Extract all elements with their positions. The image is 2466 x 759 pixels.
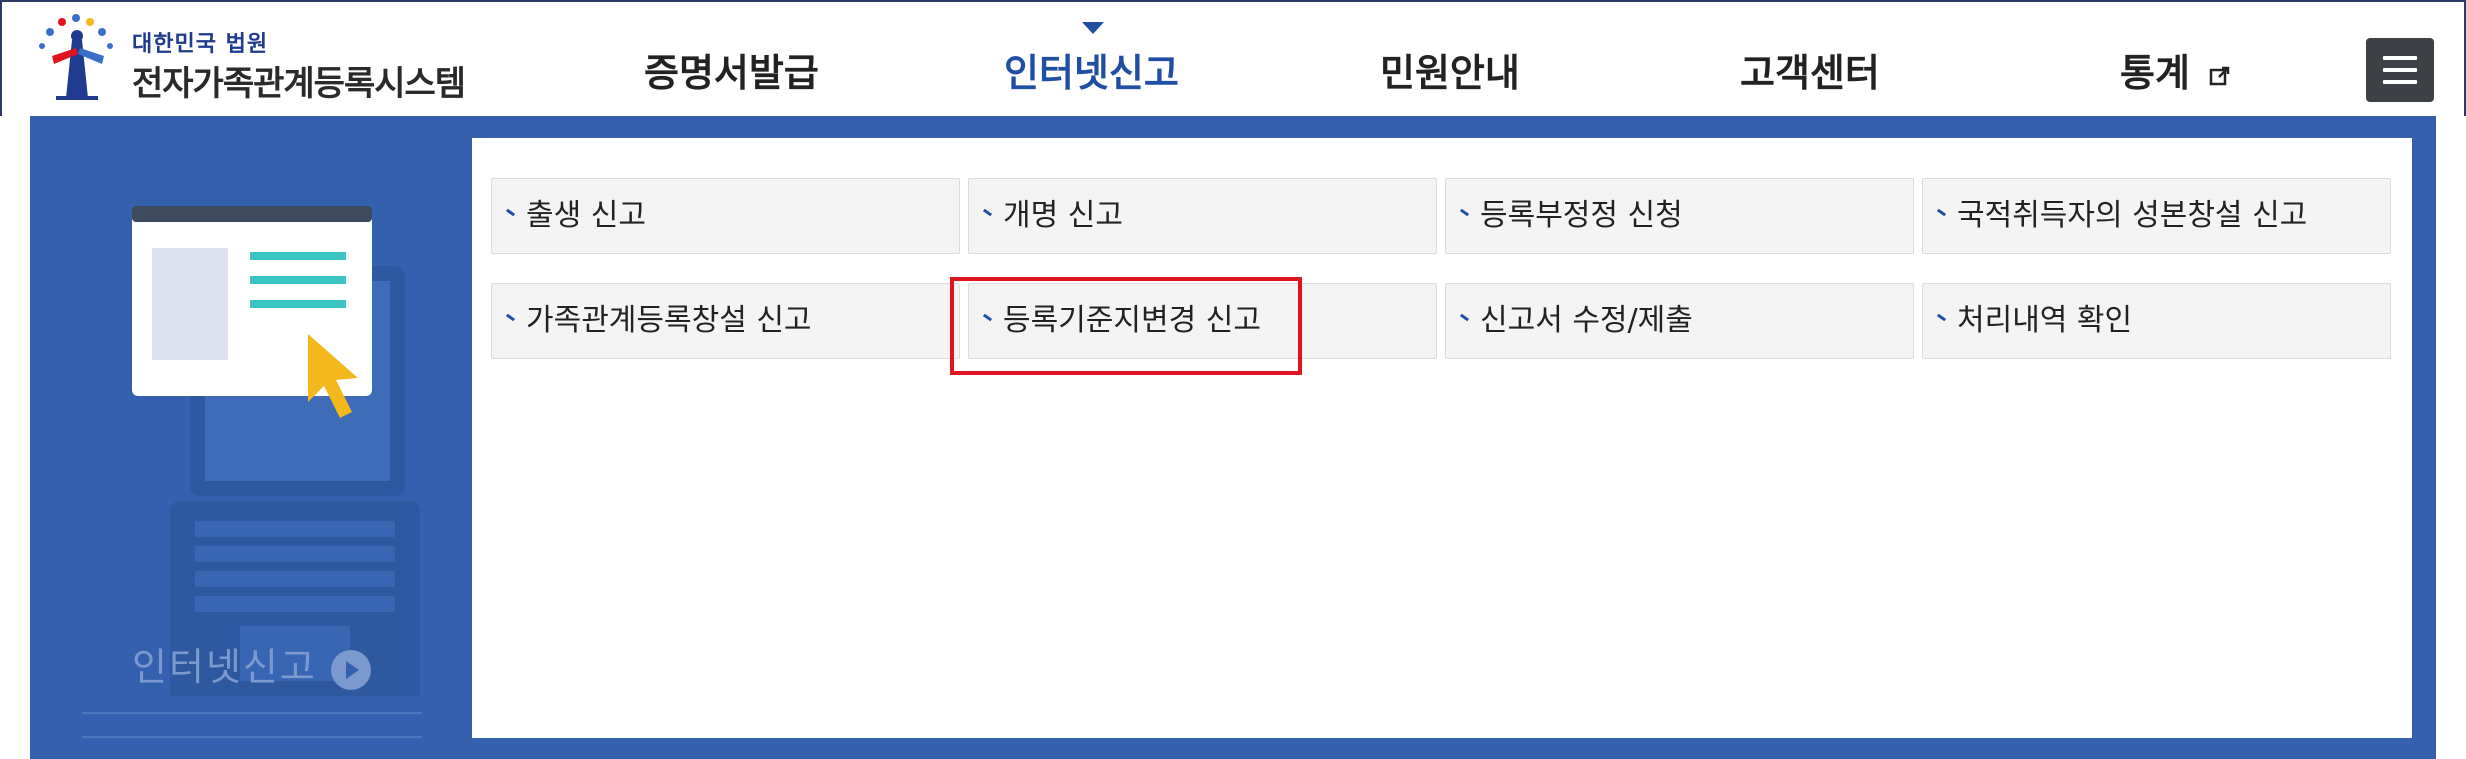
bullet-icon [505, 208, 516, 217]
link-label: 개명 신고 [1003, 198, 1123, 233]
submenu-caption-text: 인터넷신고 [132, 645, 317, 689]
link-registration-base-change[interactable]: 등록기준지변경 신고 [968, 283, 1437, 359]
link-registry-correction-request[interactable]: 등록부정정 신청 [1445, 178, 1914, 254]
submenu-caption: 인터넷신고 [132, 636, 371, 691]
link-label: 신고서 수정/제출 [1480, 303, 1693, 338]
menu-button[interactable] [2366, 38, 2434, 102]
play-circle-icon [330, 649, 371, 690]
nav-certificate-issue[interactable]: 증명서발급 [644, 42, 819, 97]
link-label: 등록부정정 신청 [1480, 198, 1683, 233]
court-emblem-icon [39, 14, 113, 100]
bullet-icon [1936, 208, 1947, 217]
nav-label: 증명서발급 [644, 51, 819, 95]
link-processing-history[interactable]: 처리내역 확인 [1922, 283, 2391, 359]
nav-internet-report[interactable]: 인터넷신고 [1004, 42, 1179, 97]
divider [82, 736, 422, 738]
bullet-icon [1459, 208, 1470, 217]
divider [82, 712, 422, 714]
submenu-side-banner: 인터넷신고 [30, 116, 470, 759]
site-header: 대한민국 법원 전자가족관계등록시스템 증명서발급 인터넷신고 민원안내 고객센… [0, 0, 2466, 116]
bullet-icon [1459, 313, 1470, 322]
link-family-registry-creation[interactable]: 가족관계등록창설 신고 [491, 283, 960, 359]
nav-label: 민원안내 [1380, 51, 1520, 95]
bullet-icon [982, 208, 993, 217]
nav-label: 고객센터 [1740, 51, 1880, 95]
nav-label: 통계 [2120, 51, 2190, 95]
nav-label: 인터넷신고 [1004, 51, 1179, 95]
link-label: 출생 신고 [526, 198, 646, 233]
nav-statistics[interactable]: 통계 [2120, 42, 2231, 97]
link-label: 등록기준지변경 신고 [1003, 303, 1261, 338]
logo-subtitle: 대한민국 법원 [132, 32, 269, 57]
bullet-icon [505, 313, 516, 322]
link-label: 가족관계등록창설 신고 [526, 303, 812, 338]
link-report-edit-submit[interactable]: 신고서 수정/제출 [1445, 283, 1914, 359]
link-birth-report[interactable]: 출생 신고 [491, 178, 960, 254]
link-label: 처리내역 확인 [1957, 303, 2133, 338]
link-label: 국적취득자의 성본창설 신고 [1957, 198, 2308, 233]
link-naturalized-surname-creation[interactable]: 국적취득자의 성본창설 신고 [1922, 178, 2391, 254]
nav-civil-guide[interactable]: 민원안내 [1380, 42, 1520, 97]
hamburger-icon [2383, 56, 2417, 60]
laptop-document-cursor-illustration [132, 206, 420, 696]
active-indicator-icon [1082, 22, 1104, 34]
site-logo[interactable]: 대한민국 법원 전자가족관계등록시스템 [32, 12, 472, 104]
logo-title: 전자가족관계등록시스템 [132, 64, 466, 104]
hamburger-icon [2383, 80, 2417, 84]
link-name-change-report[interactable]: 개명 신고 [968, 178, 1437, 254]
nav-customer-center[interactable]: 고객센터 [1740, 42, 1880, 97]
bullet-icon [1936, 313, 1947, 322]
hamburger-icon [2383, 68, 2417, 72]
external-link-icon [2209, 66, 2230, 85]
bullet-icon [982, 313, 993, 322]
